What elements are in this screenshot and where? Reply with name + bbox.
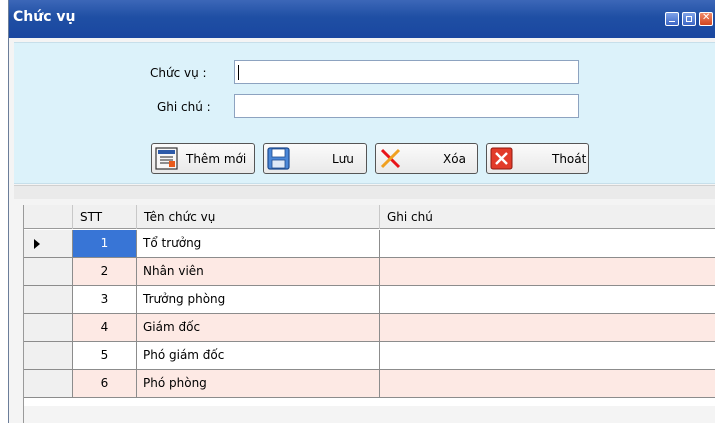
cell-stt[interactable]: 3 <box>73 286 137 313</box>
grid-empty-area <box>23 406 715 423</box>
note-label: Ghi chú : <box>157 100 211 114</box>
save-button[interactable]: Lưu <box>263 143 367 174</box>
column-header-note[interactable]: Ghi chú <box>380 205 715 229</box>
row-header[interactable] <box>24 230 73 257</box>
grid-header: STT Tên chức vụ Ghi chú <box>24 205 715 229</box>
close-icon: ✕ <box>702 12 711 23</box>
table-row[interactable]: 4 Giám đốc <box>24 314 715 342</box>
chuc-vu-window: Chức vụ ✕ Chức vụ : Ghi chú : Thêm mới L… <box>8 0 715 423</box>
cell-name[interactable]: Tổ trưởng <box>137 230 380 257</box>
position-grid[interactable]: STT Tên chức vụ Ghi chú 1 Tổ trưởng 2 Nh… <box>23 205 715 406</box>
cell-note[interactable] <box>380 370 715 397</box>
maximize-button[interactable] <box>682 12 696 26</box>
cell-stt[interactable]: 2 <box>73 258 137 285</box>
close-button[interactable]: ✕ <box>699 12 713 26</box>
cell-note[interactable] <box>380 286 715 313</box>
cell-name[interactable]: Phó giám đốc <box>137 342 380 369</box>
column-header-name[interactable]: Tên chức vụ <box>137 205 380 229</box>
row-header[interactable] <box>24 342 73 369</box>
row-header-corner <box>24 205 73 229</box>
maximize-icon <box>686 16 692 22</box>
current-row-arrow-icon <box>34 239 40 249</box>
exit-label: Thoát <box>552 152 587 166</box>
window-title: Chức vụ <box>13 9 76 25</box>
cell-stt[interactable]: 1 <box>73 230 137 257</box>
minimize-button[interactable] <box>665 12 679 26</box>
table-row[interactable]: 5 Phó giám đốc <box>24 342 715 370</box>
row-header[interactable] <box>24 370 73 397</box>
add-new-button[interactable]: Thêm mới <box>151 143 255 174</box>
cell-stt[interactable]: 4 <box>73 314 137 341</box>
cell-name[interactable]: Giám đốc <box>137 314 380 341</box>
save-label: Lưu <box>332 152 354 166</box>
delete-x-icon <box>380 148 401 169</box>
delete-button[interactable]: Xóa <box>375 143 478 174</box>
new-document-icon <box>155 147 178 170</box>
cell-note[interactable] <box>380 314 715 341</box>
floppy-disk-icon <box>267 147 290 170</box>
row-header[interactable] <box>24 286 73 313</box>
cell-note[interactable] <box>380 230 715 257</box>
position-input[interactable] <box>234 60 579 84</box>
cell-stt[interactable]: 5 <box>73 342 137 369</box>
cell-stt[interactable]: 6 <box>73 370 137 397</box>
cell-name[interactable]: Trưởng phòng <box>137 286 380 313</box>
table-row[interactable]: 6 Phó phòng <box>24 370 715 398</box>
table-row[interactable]: 3 Trưởng phòng <box>24 286 715 314</box>
cell-note[interactable] <box>380 258 715 285</box>
column-header-stt[interactable]: STT <box>73 205 137 229</box>
position-label: Chức vụ : <box>150 66 207 80</box>
cell-note[interactable] <box>380 342 715 369</box>
note-input[interactable] <box>234 94 579 118</box>
divider-strip <box>14 185 715 199</box>
table-row[interactable]: 1 Tổ trưởng <box>24 230 715 258</box>
delete-label: Xóa <box>443 152 466 166</box>
row-header[interactable] <box>24 258 73 285</box>
text-caret <box>238 65 239 80</box>
cell-name[interactable]: Phó phòng <box>137 370 380 397</box>
close-box-icon <box>490 147 513 170</box>
add-new-label: Thêm mới <box>186 152 247 166</box>
exit-button[interactable]: Thoát <box>486 143 589 174</box>
title-bar[interactable]: Chức vụ ✕ <box>9 0 715 38</box>
minimize-icon <box>669 21 675 23</box>
row-header[interactable] <box>24 314 73 341</box>
table-row[interactable]: 2 Nhân viên <box>24 258 715 286</box>
cell-name[interactable]: Nhân viên <box>137 258 380 285</box>
